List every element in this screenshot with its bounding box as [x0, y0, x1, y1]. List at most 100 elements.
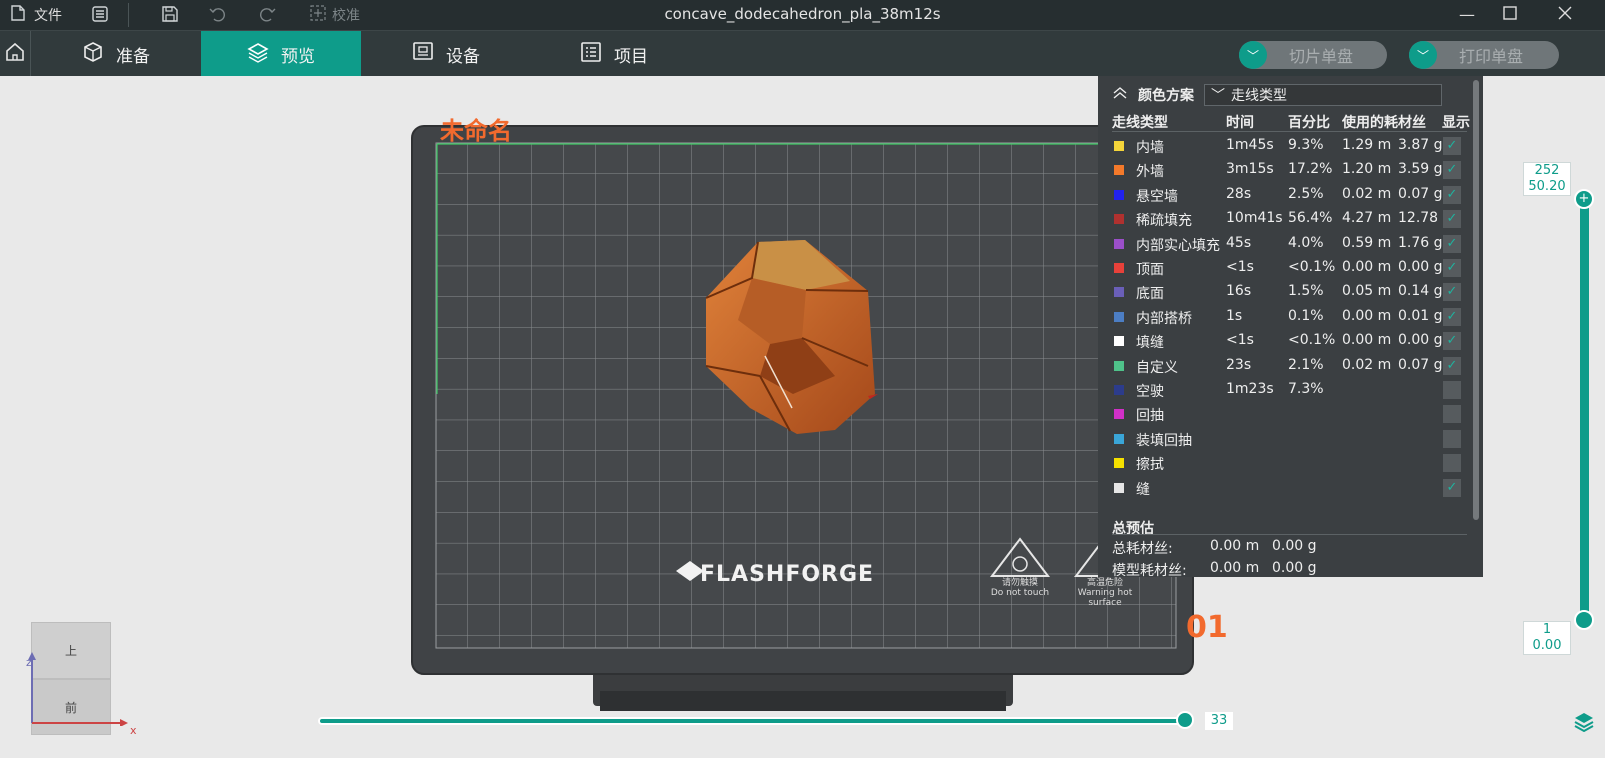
line-type-label: 缝 — [1136, 481, 1150, 498]
line-type-time: 16s — [1226, 283, 1252, 300]
file-icon — [8, 5, 28, 25]
warning-hot-surface: 高温危险 Warning hot surface — [1074, 578, 1136, 608]
line-type-swatch — [1114, 360, 1124, 371]
file-menu-label: 文件 — [34, 8, 62, 24]
layer-slider-top-handle[interactable]: + — [1574, 189, 1594, 209]
line-type-percent: 9.3% — [1288, 137, 1324, 153]
line-type-length: 0.00 m — [1342, 332, 1392, 349]
show-checkbox[interactable]: ✓ — [1443, 137, 1461, 155]
cube-icon — [82, 41, 104, 68]
line-type-percent: 17.2% — [1288, 161, 1333, 178]
close-button[interactable] — [1545, 3, 1585, 27]
line-type-percent: <0.1% — [1288, 332, 1336, 349]
header-percent: 百分比 — [1288, 115, 1330, 131]
header-time: 时间 — [1226, 115, 1254, 131]
line-type-weight: 0.00 g — [1398, 259, 1443, 275]
show-checkbox[interactable] — [1443, 405, 1461, 424]
color-scheme-select[interactable]: ﹀ 走线类型 — [1204, 84, 1442, 106]
collapse-icon[interactable] — [1112, 87, 1128, 103]
line-type-length: 0.02 m — [1342, 185, 1392, 202]
layer-top-number: 252 — [1534, 163, 1560, 178]
chevron-down-icon[interactable]: ﹀ — [1409, 41, 1437, 69]
redo-button[interactable] — [257, 6, 277, 26]
tab-device[interactable]: 设备 — [362, 31, 530, 77]
show-checkbox[interactable]: ✓ — [1443, 283, 1461, 302]
line-type-swatch — [1114, 482, 1124, 493]
legend-row: 回抽 — [1098, 402, 1483, 426]
show-checkbox[interactable]: ✓ — [1443, 161, 1461, 180]
nav-bar: 准备 预览 设备 项目 ﹀ 切片单盘 ﹀ 打印单盘 — [0, 30, 1605, 77]
header-type: 走线类型 — [1112, 115, 1168, 131]
line-type-swatch — [1114, 263, 1124, 273]
line-type-label: 稀疏填充 — [1136, 213, 1192, 230]
layer-bottom-label: 1 0.00 — [1523, 621, 1571, 655]
show-checkbox[interactable] — [1443, 429, 1461, 448]
line-type-label: 回抽 — [1136, 408, 1164, 425]
line-type-weight: 0.00 g — [1398, 332, 1443, 349]
show-checkbox[interactable]: ✓ — [1443, 478, 1461, 497]
tab-preview[interactable]: 预览 — [201, 31, 361, 77]
tab-project-label: 项目 — [614, 46, 648, 67]
axis-z-label: z — [26, 656, 32, 669]
move-slider-handle[interactable] — [1176, 711, 1194, 729]
show-checkbox[interactable]: ✓ — [1443, 332, 1461, 351]
total-filament-row: 总耗材丝: 0.00 m 0.00 g — [1112, 538, 1317, 558]
model-filament-weight: 0.00 g — [1272, 560, 1317, 576]
home-button[interactable] — [0, 31, 30, 77]
title-divider — [128, 3, 129, 27]
calibrate-menu[interactable]: 校准 — [308, 5, 360, 25]
calibrate-label: 校准 — [332, 8, 360, 24]
tab-project[interactable]: 项目 — [530, 31, 698, 77]
show-checkbox[interactable]: ✓ — [1443, 307, 1461, 326]
line-type-label: 填缝 — [1136, 335, 1164, 352]
line-type-time: 23s — [1226, 356, 1252, 373]
show-checkbox[interactable]: ✓ — [1443, 185, 1461, 204]
line-type-swatch — [1114, 141, 1124, 151]
legend-row: 填缝 <1s <0.1% 0.00 m 0.00 g ✓ — [1098, 329, 1483, 353]
layers-toggle-icon[interactable] — [1573, 710, 1595, 736]
show-checkbox[interactable]: ✓ — [1443, 210, 1461, 229]
show-checkbox[interactable] — [1443, 454, 1461, 473]
model-filament-label: 模型耗材丝: — [1112, 563, 1187, 579]
show-checkbox[interactable]: ✓ — [1443, 259, 1461, 277]
save-button[interactable] — [160, 6, 180, 26]
undo-button[interactable] — [208, 6, 228, 26]
main-menu-button[interactable] — [90, 6, 110, 26]
line-type-label: 悬空墙 — [1136, 188, 1178, 205]
preview-viewport[interactable]: 未命名 01 FLASHFORGE 请勿触摸 Do not touch 高温危险… — [0, 76, 1605, 758]
line-type-swatch — [1114, 238, 1124, 249]
layer-bottom-height: 0.00 — [1532, 638, 1562, 653]
warning-do-not-touch: 请勿触摸 Do not touch — [990, 578, 1050, 598]
close-icon — [1558, 5, 1572, 24]
total-filament-length: 0.00 m — [1210, 538, 1260, 554]
chevron-down-icon[interactable]: ﹀ — [1239, 41, 1267, 69]
plate-name[interactable]: 未命名 — [440, 111, 512, 146]
layer-top-height: 50.20 — [1528, 179, 1566, 194]
line-type-length: 0.00 m — [1342, 307, 1392, 324]
layer-slider-track[interactable] — [1580, 198, 1589, 628]
slice-plate-button[interactable]: ﹀ 切片单盘 — [1239, 41, 1387, 69]
line-type-label: 顶面 — [1136, 262, 1164, 278]
minimize-button[interactable]: — — [1447, 3, 1487, 27]
tab-prepare[interactable]: 准备 — [32, 31, 200, 77]
maximize-button[interactable] — [1490, 3, 1530, 27]
tab-prepare-label: 准备 — [116, 46, 150, 67]
legend-row: 内部搭桥 1s 0.1% 0.00 m 0.01 g ✓ — [1098, 305, 1483, 329]
legend-row: 空驶 1m23s 7.3% — [1098, 378, 1483, 402]
move-slider-track[interactable] — [318, 717, 1188, 725]
model-filament-row: 模型耗材丝: 0.00 m 0.00 g — [1112, 560, 1317, 580]
line-type-time: 45s — [1226, 234, 1252, 251]
minimize-icon: — — [1459, 5, 1475, 24]
warning-1-en: Do not touch — [990, 588, 1050, 598]
layers-icon — [247, 41, 269, 68]
print-plate-button[interactable]: ﹀ 打印单盘 — [1409, 41, 1559, 69]
line-type-time: 28s — [1226, 185, 1252, 202]
show-checkbox[interactable]: ✓ — [1443, 234, 1461, 253]
show-checkbox[interactable] — [1443, 381, 1461, 399]
legend-row: 稀疏填充 10m41s 56.4% 4.27 m 12.78 g ✓ — [1098, 207, 1483, 231]
file-menu[interactable]: 文件 — [8, 5, 62, 25]
layer-slider-bottom-handle[interactable] — [1574, 610, 1594, 630]
axis-x-label: x — [130, 724, 137, 737]
show-checkbox[interactable]: ✓ — [1443, 356, 1461, 375]
monitor-icon — [412, 41, 434, 68]
